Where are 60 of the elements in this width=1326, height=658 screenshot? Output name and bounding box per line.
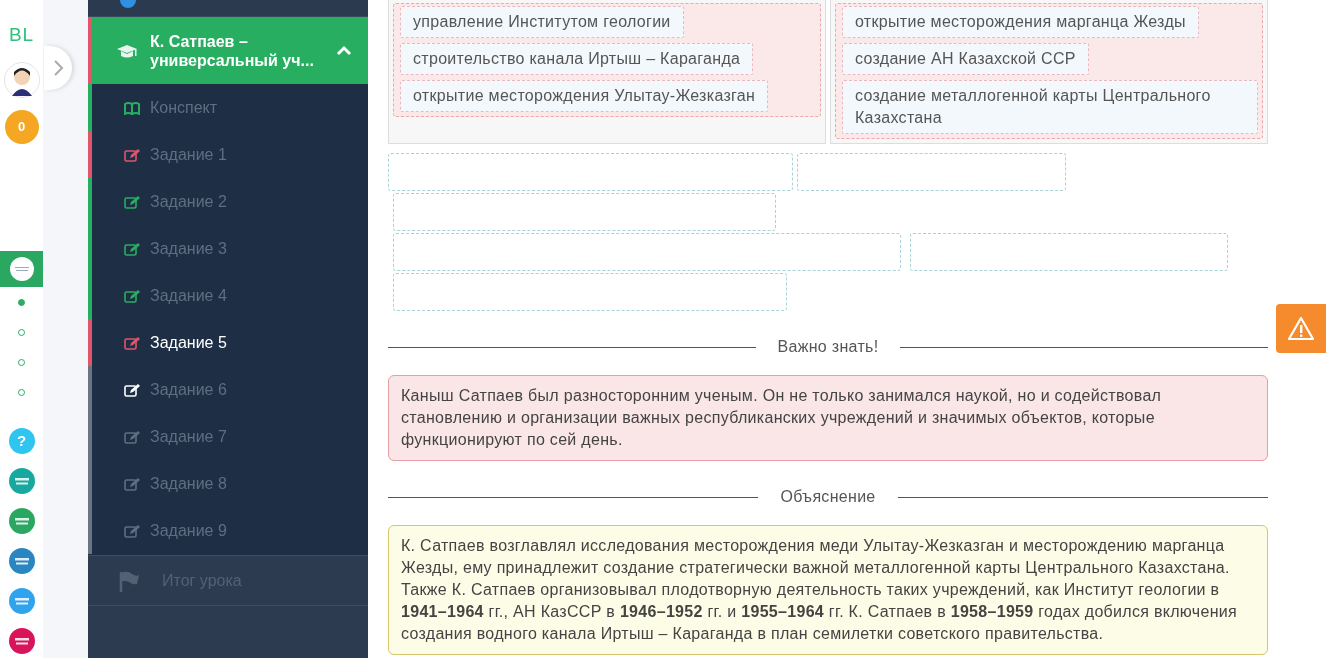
answer-chip[interactable]: создание АН Казахской ССР bbox=[842, 43, 1089, 75]
section-heading: Объяснение bbox=[780, 487, 876, 507]
app-logo-icon[interactable] bbox=[8, 508, 35, 534]
chevron-right-icon bbox=[52, 59, 64, 77]
score-badge: 0 bbox=[4, 110, 39, 144]
step-dot[interactable] bbox=[18, 359, 25, 366]
lesson-step-item[interactable]: Задание 3 bbox=[88, 225, 368, 272]
lesson-header[interactable]: К. Сатпаев – универсальный уч... bbox=[88, 17, 368, 84]
section-heading: Важно знать! bbox=[777, 337, 879, 357]
lesson-step-item[interactable]: Задание 4 bbox=[88, 272, 368, 319]
answer-slot[interactable] bbox=[393, 273, 787, 311]
logo[interactable]: BL bbox=[8, 24, 35, 46]
chevron-up-icon[interactable] bbox=[336, 43, 352, 58]
lesson-step-item[interactable]: Задание 1 bbox=[88, 131, 368, 178]
step-label: Задание 8 bbox=[150, 473, 227, 494]
lesson-title: К. Сатпаев – универсальный уч... bbox=[150, 31, 315, 70]
step-label: Задание 4 bbox=[150, 285, 227, 306]
app-logo-icon[interactable] bbox=[8, 588, 35, 614]
app-logo-icon[interactable] bbox=[8, 468, 35, 494]
step-dot[interactable] bbox=[18, 389, 25, 396]
lesson-step-item[interactable]: Задание 8 bbox=[88, 460, 368, 507]
app-logo-icon[interactable] bbox=[8, 548, 35, 574]
help-button[interactable]: ? bbox=[8, 428, 35, 454]
step-dot[interactable] bbox=[18, 329, 25, 336]
warning-icon bbox=[1288, 316, 1314, 341]
avatar-icon[interactable] bbox=[3, 62, 40, 98]
answer-slot[interactable] bbox=[388, 153, 793, 191]
step-label: Конспект bbox=[150, 97, 218, 118]
app-logo-icon[interactable] bbox=[8, 628, 35, 654]
step-label: Задание 6 bbox=[150, 379, 227, 400]
flag-icon bbox=[118, 569, 140, 592]
drop-area[interactable]: открытие месторождения марганца Жезды создание АН Казахской ССР создание металлогенной карты Центрального Казахстана bbox=[835, 3, 1263, 139]
graduation-cap-icon bbox=[116, 42, 138, 59]
mentor-logo-icon bbox=[8, 256, 35, 282]
answer-chip[interactable]: открытие месторождения Улытау-Жезказган bbox=[400, 80, 769, 112]
notice-text: Каныш Сатпаев был разносторонним ученым. Он не только занимался наукой, но и содействовал становлению и организации важных республиканских учреждений и значимых объектов, которые функционируют по сей день. bbox=[388, 375, 1268, 461]
lesson-step-item[interactable]: Задание 6 bbox=[88, 366, 368, 413]
lesson-step-item[interactable]: Задание 2 bbox=[88, 178, 368, 225]
answer-slot[interactable] bbox=[393, 193, 776, 231]
answer-slot[interactable] bbox=[797, 153, 1066, 191]
lesson-step-item[interactable]: Задание 7 bbox=[88, 413, 368, 460]
mentor-button[interactable] bbox=[0, 251, 43, 287]
lesson-step-item[interactable]: Задание 5 bbox=[88, 319, 368, 366]
answer-chip[interactable]: создание металлогенной карты Центрального Казахстана bbox=[842, 80, 1258, 134]
report-button[interactable] bbox=[1276, 304, 1326, 353]
step-dot[interactable] bbox=[18, 299, 25, 306]
step-label: Задание 3 bbox=[150, 238, 227, 259]
explanation-text: К. Сатпаев возглавлял исследования месторождения меди Улытау-Жезказган и месторождению марганца Жезды, ему принадлежит создание стратегически важной металлогенной карты Центрального Казахстана. Также К. Сатпаев организовывал плодотворную деятельность таких учреждений, как Институт геологии в 1941–1964 гг., АН КазССР в 1946–1952 гг. и 1955–1964 гг. К. Сатпаев в 1958–1959 годах добился включения создания водного канала Иртыш – Караганда в план семилетки советского правительства. bbox=[388, 525, 1268, 655]
answer-chip[interactable]: управление Институтом геологии bbox=[400, 6, 684, 38]
step-label: Задание 7 bbox=[150, 426, 227, 447]
step-label: Задание 1 bbox=[150, 144, 227, 165]
drop-area[interactable]: управление Институтом геологии строительство канала Иртыш – Караганда открытие месторождения Улытау-Жезказган bbox=[393, 3, 821, 117]
answer-chip[interactable]: строительство канала Иртыш – Караганда bbox=[400, 43, 754, 75]
step-label: Задание 9 bbox=[150, 520, 227, 541]
lesson-step-item[interactable]: Конспект bbox=[88, 84, 368, 131]
answer-slot[interactable] bbox=[393, 233, 901, 271]
answer-chip[interactable]: открытие месторождения марганца Жезды bbox=[842, 6, 1199, 38]
step-label: Задание 2 bbox=[150, 191, 227, 212]
answer-slot[interactable] bbox=[910, 233, 1228, 271]
step-label: Задание 5 bbox=[150, 332, 227, 353]
